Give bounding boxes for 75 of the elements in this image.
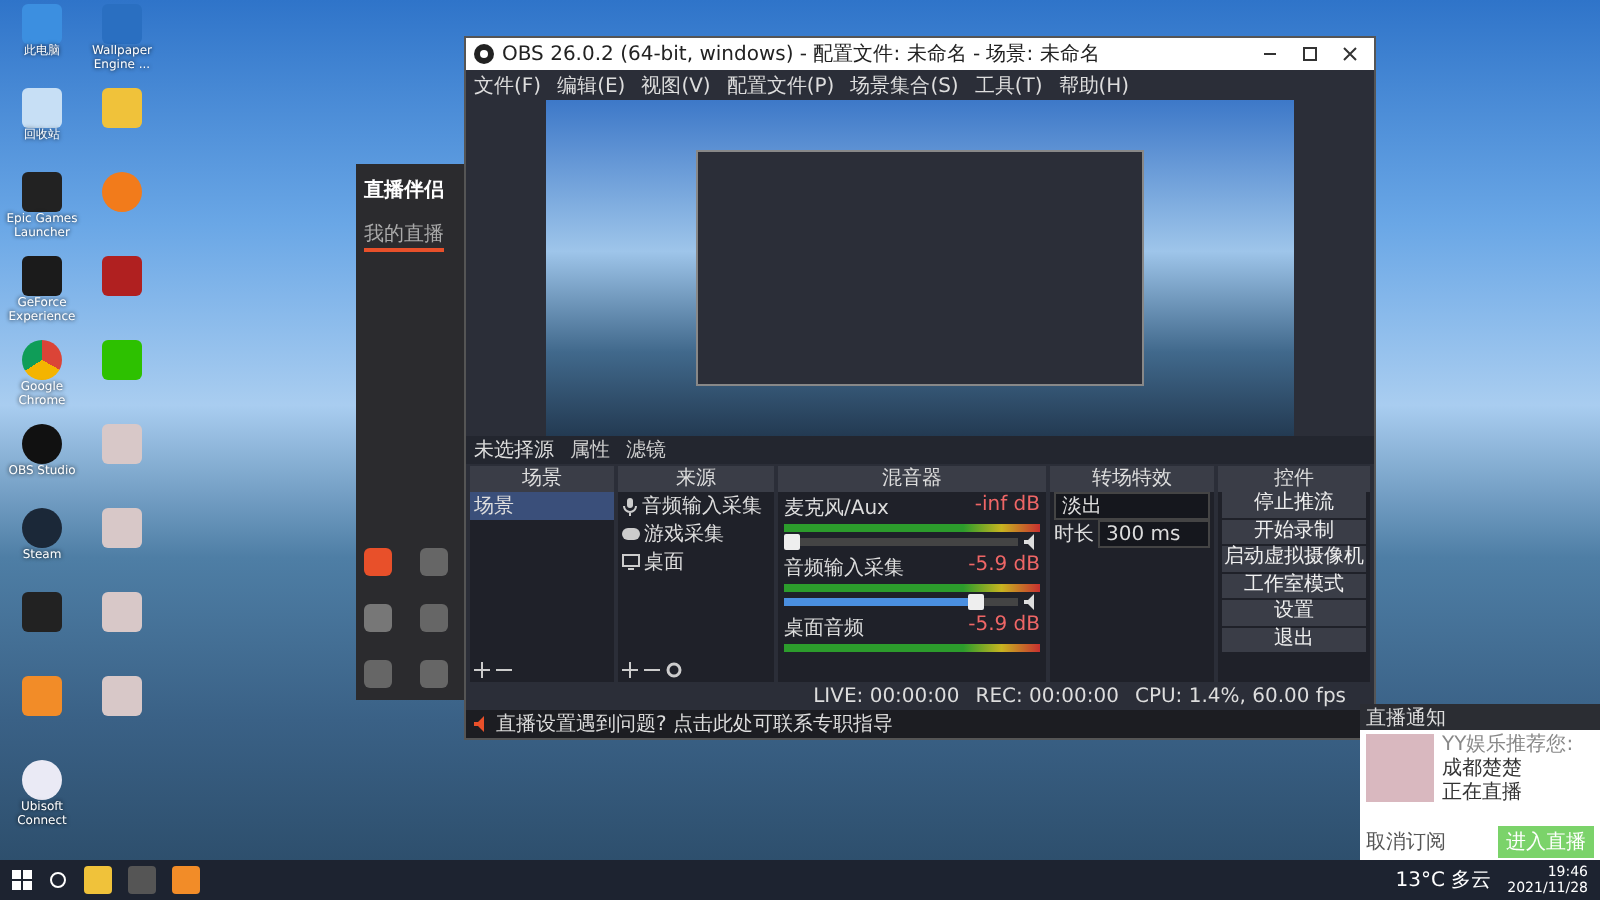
tool-icon[interactable] <box>364 660 392 688</box>
app-icon[interactable] <box>22 508 62 548</box>
control-button[interactable]: 设置 <box>1222 600 1366 625</box>
panel-title: 混音器 <box>778 466 1046 492</box>
app-icon[interactable] <box>22 424 62 464</box>
add-button[interactable] <box>622 662 638 678</box>
control-button[interactable]: 退出 <box>1222 627 1366 652</box>
microphone-icon <box>622 497 638 515</box>
weather-text: 13°C 多云 <box>1395 868 1492 894</box>
volume-slider[interactable] <box>784 538 1018 546</box>
channel-name: 桌面音频 <box>784 615 864 642</box>
tool-icon[interactable] <box>364 604 392 632</box>
recommend-text: YY娱乐推荐您: <box>1442 734 1574 757</box>
tool-icon[interactable] <box>364 548 392 576</box>
toolbar-button[interactable]: 滤镜 <box>626 436 666 464</box>
source-name: 桌面 <box>644 549 684 576</box>
windows-logo-icon[interactable] <box>12 870 32 890</box>
plus-icon <box>622 662 638 678</box>
tool-icon[interactable] <box>420 604 448 632</box>
photo-placeholder <box>1366 734 1434 802</box>
duration-label: 时长 <box>1054 521 1094 548</box>
taskbar-app-icon[interactable] <box>84 866 112 894</box>
maximize-icon <box>1302 46 1318 62</box>
settings-icon <box>666 662 682 678</box>
rec-timer: REC: 00:00:00 <box>975 686 1119 708</box>
unsubscribe-link[interactable]: 取消订阅 <box>1366 828 1446 856</box>
obs-logo-icon <box>474 44 494 64</box>
transition-select[interactable]: 淡出 <box>1054 492 1210 520</box>
close-icon <box>1342 46 1358 62</box>
channel-reading: -inf dB <box>974 494 1040 520</box>
volume-slider[interactable] <box>784 598 1018 606</box>
live-status: 正在直播 <box>1442 782 1524 806</box>
panel-title: 来源 <box>618 466 774 492</box>
panel-title: 场景 <box>470 466 614 492</box>
channel-name: 音频输入采集 <box>784 555 904 582</box>
source-name: 音频输入采集 <box>642 493 762 520</box>
control-button[interactable]: 启动虚拟摄像机 <box>1222 546 1366 571</box>
menu-item[interactable]: 配置文件(P) <box>726 71 835 99</box>
panel-title: 控件 <box>1218 466 1370 492</box>
live-timer: LIVE: 00:00:00 <box>813 686 960 708</box>
source-label: 未选择源 <box>474 437 554 464</box>
channel-reading: -5.9 dB <box>968 614 1040 640</box>
control-button[interactable]: 开始录制 <box>1222 519 1366 544</box>
control-button[interactable]: 停止推流 <box>1222 492 1366 517</box>
search-icon[interactable] <box>48 870 68 890</box>
cpu-status: CPU: 1.4%, 60.00 fps <box>1134 686 1346 708</box>
plus-icon <box>474 662 490 678</box>
menu-item[interactable]: 视图(V) <box>641 71 711 99</box>
add-button[interactable] <box>474 662 490 678</box>
notification-title: 直播通知 <box>1366 705 1446 731</box>
taskbar-app-icon[interactable] <box>172 866 200 894</box>
speaker-icon <box>474 716 490 732</box>
settings-button[interactable] <box>666 662 682 678</box>
channel-name: 麦克风/Aux <box>784 495 889 522</box>
control-button[interactable]: 工作室模式 <box>1222 573 1366 598</box>
panel-title: 转场特效 <box>1050 466 1214 492</box>
menu-item[interactable]: 文件(F) <box>474 71 542 99</box>
app-title: 直播伴侣 <box>364 177 444 204</box>
app-icon[interactable] <box>22 760 62 800</box>
tool-icon[interactable] <box>420 548 448 576</box>
channel-reading: -5.9 dB <box>968 554 1040 580</box>
menu-item[interactable]: 帮助(H) <box>1058 71 1130 99</box>
gamepad-icon <box>622 528 640 540</box>
toolbar-button[interactable]: 属性 <box>570 436 610 464</box>
menu-item[interactable]: 工具(T) <box>974 71 1043 99</box>
menu-item[interactable]: 编辑(E) <box>557 71 626 99</box>
scene-item[interactable]: 场景 <box>470 492 614 520</box>
tool-icon[interactable] <box>420 660 448 688</box>
menu-item[interactable]: 场景集合(S) <box>850 71 959 99</box>
window-title: OBS 26.0.2 (64-bit, windows) - 配置文件: 未命名 - 场景: 未命名 <box>502 41 1102 68</box>
source-name: 游戏采集 <box>644 521 724 548</box>
streamer-name: 成都楚楚 <box>1442 758 1524 781</box>
duration-field[interactable]: 300 ms <box>1098 520 1210 548</box>
monitor-icon <box>622 554 640 570</box>
app-tab[interactable]: 我的直播 <box>364 220 444 252</box>
